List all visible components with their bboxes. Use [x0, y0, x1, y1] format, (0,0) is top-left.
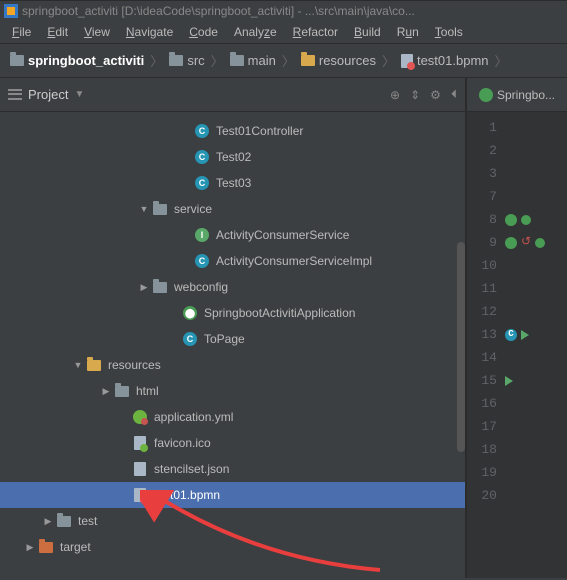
run-icon[interactable] — [521, 330, 529, 340]
hide-icon[interactable]: ⏴ — [451, 87, 457, 102]
collapse-icon[interactable]: ⇕ — [410, 88, 420, 102]
menu-build[interactable]: Build — [348, 23, 387, 41]
tree-item-class[interactable]: CActivityConsumerServiceImpl — [0, 248, 465, 274]
expand-icon[interactable]: ▶ — [24, 542, 36, 553]
class-icon: C — [183, 332, 197, 346]
run-icon[interactable] — [505, 376, 513, 386]
tree-item-resources[interactable]: ▼resources — [0, 352, 465, 378]
class-icon: C — [195, 150, 209, 164]
chevron-right-icon: 〉 — [495, 51, 508, 70]
breadcrumb-project[interactable]: springboot_activiti — [6, 53, 148, 68]
expand-icon[interactable]: ▶ — [100, 386, 112, 397]
folder-icon — [169, 55, 183, 66]
menu-view[interactable]: View — [78, 23, 116, 41]
tree-item-class[interactable]: CToPage — [0, 326, 465, 352]
workspace: Project ▼ ⊕ ⇕ ⚙ ⏴ CTest01Controller CTes… — [0, 78, 567, 578]
class-icon: C — [195, 124, 209, 138]
tree-item-spring-app[interactable]: ⬤SpringbootActivitiApplication — [0, 300, 465, 326]
breadcrumb-resources[interactable]: resources — [297, 53, 380, 68]
bpmn-file-icon — [401, 54, 413, 68]
run-class-icon[interactable]: C — [505, 329, 517, 341]
locate-icon[interactable]: ⊕ — [390, 88, 400, 102]
editor-tab[interactable]: Springbo... — [473, 84, 561, 106]
window-title: springboot_activiti [D:\ideaCode\springb… — [22, 4, 415, 18]
spring-bean-icon[interactable] — [505, 214, 517, 226]
autowire-icon[interactable]: ↺ — [521, 231, 531, 254]
chevron-right-icon: 〉 — [211, 51, 224, 70]
project-panel-header: Project ▼ ⊕ ⇕ ⚙ ⏴ — [0, 78, 465, 112]
spring-bean-icon[interactable] — [521, 215, 531, 225]
gear-icon[interactable]: ⚙ — [430, 88, 441, 102]
menu-refactor[interactable]: Refactor — [287, 23, 344, 41]
bpmn-file-icon — [134, 488, 146, 502]
expand-icon[interactable]: ▶ — [138, 282, 150, 293]
menu-tools[interactable]: Tools — [429, 23, 469, 41]
folder-icon — [115, 386, 129, 397]
folder-icon — [230, 55, 244, 66]
line-numbers: 123 789 101112 131415 161718 1920 — [467, 112, 503, 578]
folder-icon — [57, 516, 71, 527]
tree-item-class[interactable]: CTest02 — [0, 144, 465, 170]
tree-item-yml[interactable]: application.yml — [0, 404, 465, 430]
package-icon — [153, 282, 167, 293]
spring-bean-icon[interactable] — [505, 237, 517, 249]
resources-folder-icon — [87, 360, 101, 371]
editor-gutter: 123 789 101112 131415 161718 1920 ↺ C — [467, 112, 567, 578]
menu-run[interactable]: Run — [391, 23, 425, 41]
tree-item-class[interactable]: CTest03 — [0, 170, 465, 196]
favicon-icon — [134, 436, 146, 450]
menu-file[interactable]: File — [6, 23, 37, 41]
spring-boot-icon: ⬤ — [183, 306, 197, 320]
class-icon: C — [195, 254, 209, 268]
package-icon — [153, 204, 167, 215]
main-menu: File Edit View Navigate Code Analyze Ref… — [0, 20, 567, 44]
tree-item-class[interactable]: CTest01Controller — [0, 118, 465, 144]
scrollbar-thumb[interactable] — [457, 242, 465, 452]
chevron-right-icon: 〉 — [382, 51, 395, 70]
resources-folder-icon — [301, 55, 315, 66]
json-file-icon — [134, 462, 146, 476]
app-icon — [4, 4, 18, 18]
editor-panel: Springbo... 123 789 101112 131415 161718… — [466, 78, 567, 578]
menu-edit[interactable]: Edit — [41, 23, 74, 41]
breadcrumb-main[interactable]: main — [226, 53, 280, 68]
dropdown-icon[interactable]: ▼ — [74, 89, 84, 100]
collapse-icon[interactable]: ▼ — [138, 204, 150, 214]
tree-item-target[interactable]: ▶target — [0, 534, 465, 560]
window-titlebar: springboot_activiti [D:\ideaCode\springb… — [0, 0, 567, 20]
editor-tabs: Springbo... — [467, 78, 567, 112]
project-panel-title[interactable]: Project — [28, 87, 68, 102]
tree-item-json[interactable]: stencilset.json — [0, 456, 465, 482]
gutter-icons: ↺ C — [503, 112, 567, 578]
target-folder-icon — [39, 542, 53, 553]
tool-window-icon[interactable] — [8, 88, 22, 102]
tree-item-package[interactable]: ▼service — [0, 196, 465, 222]
tree-item-folder[interactable]: ▶html — [0, 378, 465, 404]
tree-item-package[interactable]: ▶webconfig — [0, 274, 465, 300]
menu-analyze[interactable]: Analyze — [228, 23, 283, 41]
breadcrumb-src[interactable]: src — [165, 53, 208, 68]
chevron-right-icon: 〉 — [282, 51, 295, 70]
tree-item-bpmn-selected[interactable]: test01.bpmn — [0, 482, 465, 508]
tree-item-interface[interactable]: IActivityConsumerService — [0, 222, 465, 248]
menu-code[interactable]: Code — [183, 23, 224, 41]
tree-item-test[interactable]: ▶test — [0, 508, 465, 534]
menu-navigate[interactable]: Navigate — [120, 23, 179, 41]
breadcrumb-file[interactable]: test01.bpmn — [397, 53, 493, 68]
class-icon: C — [195, 176, 209, 190]
spring-bean-icon[interactable] — [535, 238, 545, 248]
tree-item-favicon[interactable]: favicon.ico — [0, 430, 465, 456]
interface-icon: I — [195, 228, 209, 242]
chevron-right-icon: 〉 — [150, 51, 163, 70]
spring-config-icon — [133, 410, 147, 424]
project-tree: CTest01Controller CTest02 CTest03 ▼servi… — [0, 112, 465, 578]
expand-icon[interactable]: ▶ — [42, 516, 54, 527]
breadcrumb: springboot_activiti 〉 src 〉 main 〉 resou… — [0, 44, 567, 78]
collapse-icon[interactable]: ▼ — [72, 360, 84, 370]
spring-boot-icon — [479, 88, 493, 102]
folder-icon — [10, 55, 24, 66]
project-tool-window: Project ▼ ⊕ ⇕ ⚙ ⏴ CTest01Controller CTes… — [0, 78, 466, 578]
